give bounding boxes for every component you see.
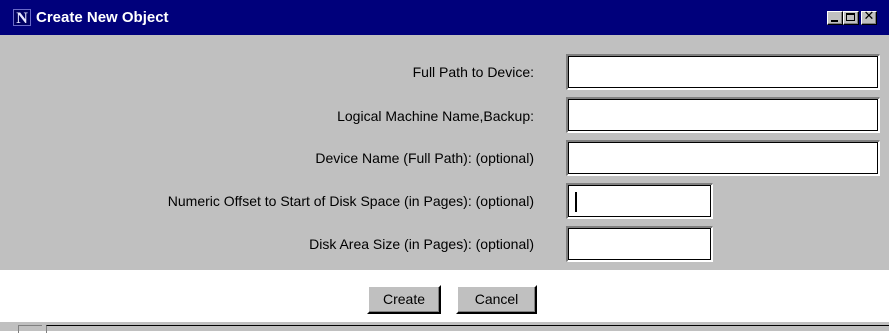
minimize-button[interactable] (827, 11, 843, 25)
create-button[interactable]: Create (367, 285, 441, 314)
maximize-icon (846, 13, 855, 21)
logical-machine-name-label: Logical Machine Name,Backup: (337, 108, 534, 124)
text-caret (575, 192, 577, 212)
disk-area-size-label: Disk Area Size (in Pages): (optional) (309, 236, 534, 252)
close-icon: ✕ (863, 9, 875, 24)
full-path-to-device-label: Full Path to Device: (412, 64, 534, 80)
numeric-offset-label: Numeric Offset to Start of Disk Space (i… (167, 193, 534, 209)
status-indicator-cell (18, 325, 42, 333)
device-name-label: Device Name (Full Path): (optional) (315, 150, 534, 166)
close-button[interactable]: ✕ (861, 9, 877, 25)
full-path-to-device-input[interactable] (566, 54, 880, 90)
title-bar[interactable]: N Create New Object ✕ (0, 0, 889, 35)
create-new-object-window: N Create New Object ✕ Full Path to Devic… (0, 0, 889, 333)
numeric-offset-input[interactable] (566, 183, 713, 219)
logical-machine-name-input[interactable] (566, 97, 880, 133)
button-bar (0, 270, 889, 322)
window-title: Create New Object (36, 9, 169, 26)
disk-area-size-input[interactable] (566, 226, 713, 262)
minimize-icon (831, 20, 838, 22)
netscape-n-icon[interactable]: N (13, 9, 31, 27)
status-message-cell (46, 325, 889, 333)
device-name-input[interactable] (566, 140, 880, 176)
cancel-button[interactable]: Cancel (456, 285, 537, 314)
maximize-button[interactable] (843, 11, 859, 25)
